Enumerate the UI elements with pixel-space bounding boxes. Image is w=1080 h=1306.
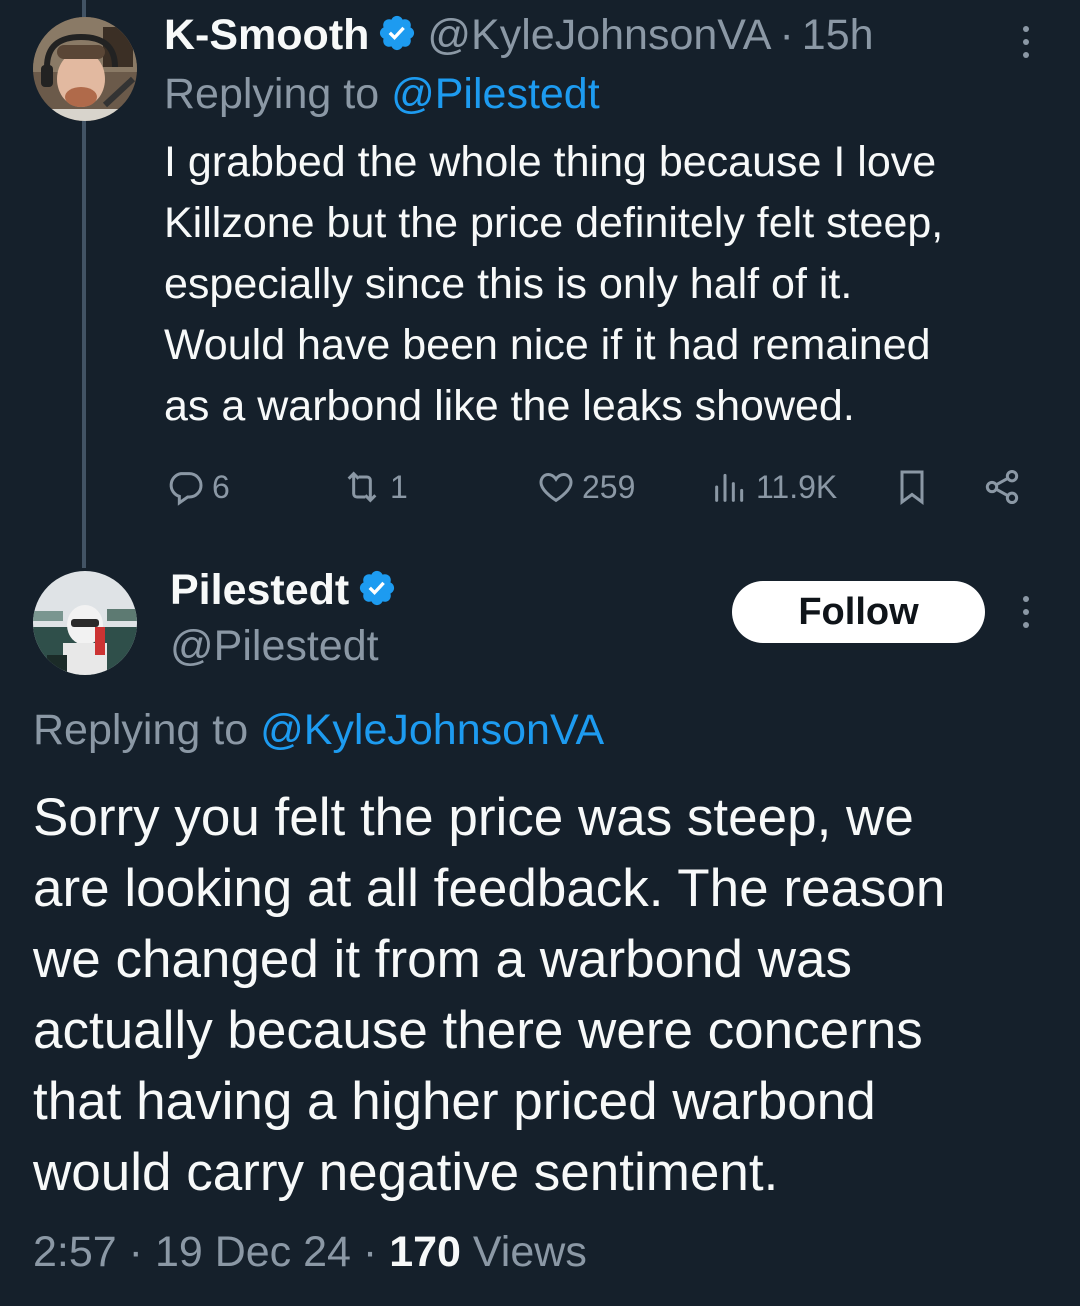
more-icon[interactable] <box>1020 596 1032 628</box>
tweet-header: K-Smooth @KyleJohnsonVA · 15h <box>164 10 874 60</box>
tweet-text: I grabbed the whole thing because I love… <box>164 138 944 430</box>
verified-badge-icon <box>357 568 397 613</box>
avatar[interactable] <box>33 571 137 675</box>
replying-to: Replying to @KyleJohnsonVA <box>33 706 604 755</box>
bookmark-button[interactable] <box>892 462 932 512</box>
views-icon <box>710 467 750 507</box>
reply-count: 6 <box>212 468 230 505</box>
heart-icon <box>536 467 576 507</box>
repost-icon <box>340 467 384 507</box>
views-count: 11.9K <box>756 468 838 505</box>
like-count: 259 <box>582 468 636 505</box>
avatar[interactable] <box>33 17 137 121</box>
verified-badge-icon <box>377 13 417 58</box>
replying-prefix: Replying to <box>33 706 249 754</box>
replying-prefix: Replying to <box>164 70 380 118</box>
more-icon[interactable] <box>1020 26 1032 58</box>
timestamp[interactable]: 15h <box>802 11 874 60</box>
reply-icon <box>166 467 206 507</box>
reply-button[interactable]: 6 <box>166 462 230 512</box>
views-button[interactable]: 11.9K <box>710 462 837 512</box>
follow-button[interactable]: Follow <box>732 581 985 643</box>
separator: · <box>779 10 794 59</box>
timestamp[interactable]: 2:57 <box>33 1228 117 1276</box>
date[interactable]: 19 Dec 24 <box>155 1228 351 1276</box>
handle[interactable]: @KyleJohnsonVA <box>427 11 771 60</box>
tweet-actions: 6 1 259 11.9K <box>164 462 1034 512</box>
bookmark-icon <box>892 467 932 507</box>
share-button[interactable] <box>982 462 1022 512</box>
like-button[interactable]: 259 <box>536 462 635 512</box>
separator: · <box>128 1228 143 1276</box>
views-count: 170 <box>389 1228 461 1276</box>
mention-link[interactable]: @Pilestedt <box>391 70 600 118</box>
repost-button[interactable]: 1 <box>340 462 408 512</box>
handle[interactable]: @Pilestedt <box>170 622 379 671</box>
tweet-text: Sorry you felt the price was steep, we a… <box>33 788 946 1202</box>
tweet-header: Pilestedt <box>170 566 397 615</box>
display-name[interactable]: Pilestedt <box>170 566 349 615</box>
tweet-meta: 2:57 · 19 Dec 24 · 170 Views <box>33 1228 587 1277</box>
mention-link[interactable]: @KyleJohnsonVA <box>260 706 604 754</box>
repost-count: 1 <box>390 468 408 505</box>
replying-to: Replying to @Pilestedt <box>164 70 600 119</box>
separator: · <box>362 1228 378 1276</box>
views-label: Views <box>472 1228 587 1276</box>
display-name[interactable]: K-Smooth <box>164 11 369 60</box>
share-icon <box>982 467 1022 507</box>
